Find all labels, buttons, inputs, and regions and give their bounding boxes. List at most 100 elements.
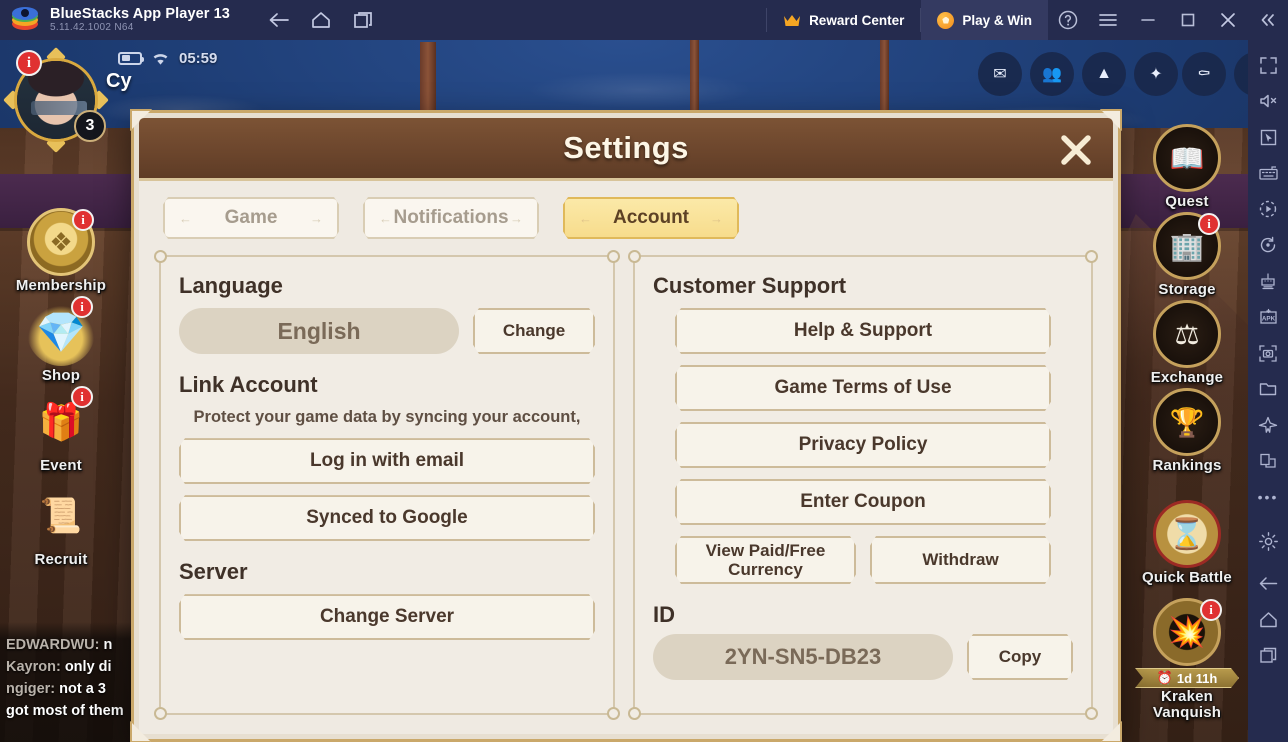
tab-account[interactable]: ← Account → (563, 197, 739, 239)
sidebar-item-quick-battle[interactable]: ⌛ Quick Battle (1128, 500, 1246, 586)
change-server-button[interactable]: Change Server (179, 594, 595, 640)
treasure-chest-icon: 💎 i (27, 296, 95, 366)
sidebar-label-rankings: Rankings (1152, 457, 1222, 474)
login-with-email-button[interactable]: Log in with email (179, 438, 595, 484)
enter-coupon-button[interactable]: Enter Coupon (675, 479, 1051, 525)
keyboard-controls-icon[interactable] (1251, 158, 1285, 188)
back-arrow-icon[interactable] (268, 9, 290, 31)
multi-instance-manager-icon[interactable] (1251, 266, 1285, 296)
screenshot-icon[interactable] (1251, 338, 1285, 368)
mail-icon[interactable]: ✉ (978, 52, 1022, 96)
tab-label: Account (613, 207, 689, 228)
cannon-icon: 💥 i (1153, 598, 1222, 666)
more-options-icon[interactable]: ••• (1251, 482, 1285, 512)
recruit-scroll-icon: 📜 (39, 497, 83, 535)
app-title-block: BlueStacks App Player 13 5.11.42.1002 N6… (50, 6, 230, 34)
account-left-panel: Language English Change Link Account Pro… (154, 250, 620, 720)
coin-icon (937, 11, 955, 29)
close-icon[interactable] (1208, 0, 1248, 40)
sidebar-item-exchange[interactable]: ⚖ Exchange (1134, 300, 1240, 386)
recents-icon[interactable] (1251, 640, 1285, 670)
player-name: Cy (106, 70, 132, 92)
tab-arrow-left-icon: ← (179, 210, 192, 226)
tab-notifications[interactable]: ← Notifications → (363, 197, 539, 239)
view-paid-free-currency-button[interactable]: View Paid/Free Currency (675, 536, 856, 584)
tab-arrow-left-icon: ← (579, 210, 592, 226)
membership-badge: i (72, 209, 94, 231)
sail-icon[interactable]: ⚰ (1182, 52, 1226, 96)
dialog-close-icon[interactable] (1055, 129, 1097, 171)
sidebar-item-event[interactable]: 🎁 i Event (8, 386, 114, 474)
sidebar-item-rankings[interactable]: 🏆 Rankings (1134, 388, 1240, 474)
bluestacks-logo-icon (12, 7, 38, 33)
collapse-chevrons-icon[interactable] (1248, 0, 1288, 40)
minimize-icon[interactable] (1128, 0, 1168, 40)
synced-to-google-button[interactable]: Synced to Google (179, 495, 595, 541)
tab-arrow-right-icon: → (310, 210, 323, 226)
install-apk-icon[interactable]: APK (1251, 302, 1285, 332)
language-section-title: Language (179, 273, 283, 298)
friends-icon[interactable]: 👥 (1030, 52, 1074, 96)
copy-id-button[interactable]: Copy (967, 634, 1073, 680)
multi-instance-icon[interactable] (352, 9, 374, 31)
help-and-support-button[interactable]: Help & Support (675, 308, 1051, 354)
tab-label: Game (224, 207, 278, 228)
settings-gear-icon[interactable]: ⚙ (1234, 52, 1248, 96)
sidebar-item-shop[interactable]: 💎 i Shop (8, 296, 114, 384)
back-arrow-icon[interactable] (1251, 568, 1285, 598)
dialog-title: Settings (563, 130, 689, 165)
trophy-icon: 🏆 (1153, 388, 1221, 456)
game-left-sidebar: i 3 Cy ❖ i Membership 💎 i Shop 🎁 i Event… (0, 40, 132, 742)
window-controls (1048, 0, 1288, 40)
help-icon[interactable] (1048, 0, 1088, 40)
kraken-timer: ⏰ 1d 11h (1135, 668, 1239, 688)
sidebar-label-kraken-vanquish: Kraken Vanquish (1152, 688, 1222, 721)
macro-play-icon[interactable] (1251, 194, 1285, 224)
tab-arrow-right-icon: → (710, 210, 723, 226)
hamburger-menu-icon[interactable] (1088, 0, 1128, 40)
game-terms-of-use-button[interactable]: Game Terms of Use (675, 365, 1051, 411)
home-icon[interactable] (1251, 604, 1285, 634)
account-right-panel: Customer Support Help & Support Game Ter… (628, 250, 1098, 720)
id-row: 2YN-SN5-DB23 Copy (653, 634, 1073, 680)
sidebar-item-membership[interactable]: ❖ i Membership (8, 208, 114, 294)
bluestacks-right-toolbar: APK ••• (1248, 40, 1288, 742)
status-time: 05:59 (179, 49, 218, 67)
sidebar-item-recruit[interactable]: 📜 Recruit (8, 482, 114, 568)
player-avatar[interactable]: i 3 (3, 47, 109, 153)
scales-icon: ⚖ (1153, 300, 1221, 368)
mute-icon[interactable] (1251, 86, 1285, 116)
media-folder-icon[interactable] (1251, 374, 1285, 404)
withdraw-button[interactable]: Withdraw (870, 536, 1051, 584)
maximize-icon[interactable] (1168, 0, 1208, 40)
rotate-icon[interactable] (1251, 230, 1285, 260)
play-and-win-label: Play & Win (962, 12, 1032, 28)
copy-window-icon[interactable] (1251, 446, 1285, 476)
change-language-button[interactable]: Change (473, 308, 595, 354)
guild-icon[interactable]: ▲ (1082, 52, 1126, 96)
shop-badge: i (71, 296, 93, 318)
settings-gear-icon[interactable] (1251, 526, 1285, 556)
sidebar-label-event: Event (40, 457, 82, 474)
clock-icon: ⏰ (1156, 670, 1173, 685)
fullscreen-icon[interactable] (1251, 50, 1285, 80)
game-right-sidebar: ✉ 👥 ▲ ✦ ⚰ ⚙ 📖 Quest 🏢 i Storage ⚖ Exchan… (978, 40, 1248, 742)
sidebar-item-kraken-vanquish[interactable]: 💥 i ⏰ 1d 11h Kraken Vanquish (1128, 598, 1246, 721)
dialog-tabs: ← Game → ← Notifications → ← Account → (139, 181, 1113, 251)
reward-center-button[interactable]: Reward Center (767, 0, 920, 40)
privacy-policy-button[interactable]: Privacy Policy (675, 422, 1051, 468)
effects-icon[interactable]: ✦ (1134, 52, 1178, 96)
sidebar-label-membership: Membership (15, 277, 107, 294)
sidebar-label-quick-battle: Quick Battle (1142, 569, 1232, 586)
airplane-icon[interactable] (1251, 410, 1285, 440)
play-and-win-button[interactable]: Play & Win (921, 0, 1048, 40)
bluestacks-titlebar: BlueStacks App Player 13 5.11.42.1002 N6… (0, 0, 1288, 40)
sidebar-item-storage[interactable]: 🏢 i Storage (1134, 212, 1240, 298)
pointer-icon[interactable] (1251, 122, 1285, 152)
storage-badge: i (1198, 213, 1220, 235)
tab-game[interactable]: ← Game → (163, 197, 339, 239)
game-viewport: 05:59 i 3 Cy ❖ i Membership 💎 i Shop 🎁 i… (0, 40, 1248, 742)
link-account-section-title: Link Account (179, 372, 318, 397)
sidebar-item-quest[interactable]: 📖 Quest (1134, 124, 1240, 210)
home-icon[interactable] (310, 9, 332, 31)
